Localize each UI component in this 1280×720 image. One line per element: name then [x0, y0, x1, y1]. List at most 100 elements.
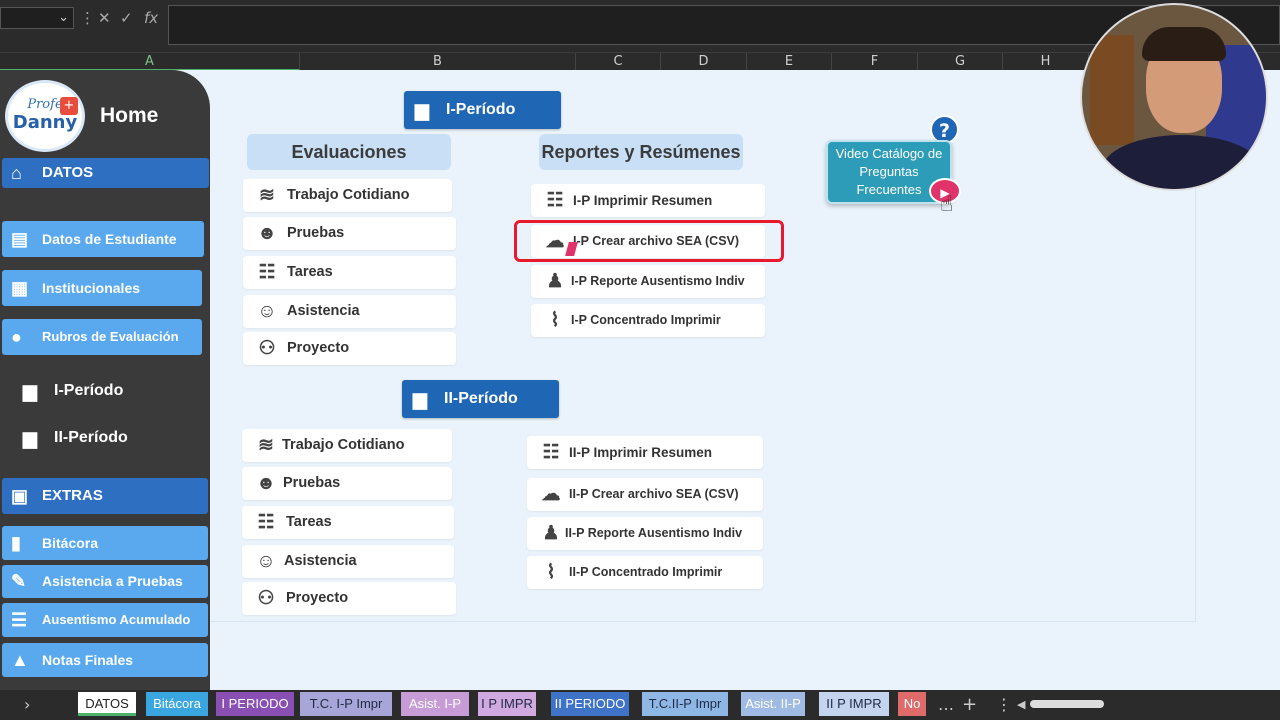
briefcase-icon: ▆ [23, 381, 37, 401]
sheet-tab[interactable]: Bitácora [146, 692, 208, 716]
sidebar-item-institucionales[interactable]: ▦ Institucionales [2, 270, 202, 306]
item-label: Trabajo Cotidiano [287, 187, 410, 203]
sidebar-item-ausentismo[interactable]: ☰ Ausentismo Acumulado [2, 603, 208, 637]
column-header-e[interactable]: E [747, 53, 832, 71]
sidebar-item-label: II-Período [54, 429, 128, 446]
pencil-icon: ✎ [11, 571, 27, 591]
webcam-overlay [1080, 3, 1268, 191]
sheet-tab[interactable]: II P IMPR [819, 692, 889, 716]
item-label: Proyecto [287, 340, 350, 356]
p1-trabajo-cotidiano-button[interactable]: ≋ Trabajo Cotidiano [243, 179, 452, 212]
evaluaciones-title: Evaluaciones [247, 134, 451, 170]
item-label: Tareas [287, 264, 333, 280]
item-label: II-P Concentrado Imprimir [569, 565, 723, 579]
sidebar-item-datos-estudiante[interactable]: ▤ Datos de Estudiante [2, 221, 204, 257]
periodo-1-header[interactable]: ▆ I-Período [404, 91, 561, 129]
item-label: I-P Reporte Ausentismo Indiv [571, 274, 745, 288]
sheet-tab[interactable]: No [898, 692, 926, 716]
horizontal-scrollbar[interactable] [1030, 700, 1104, 708]
sheet-tab[interactable]: I P IMPR [478, 692, 536, 716]
smile-icon: ☺ [256, 551, 276, 572]
sheet-tab[interactable]: T.C.II-P Impr [642, 692, 728, 716]
item-label: Asistencia [287, 303, 360, 319]
p2-trabajo-cotidiano-button[interactable]: ≋ Trabajo Cotidiano [242, 429, 452, 462]
sheet-tab[interactable]: DATOS [78, 692, 136, 716]
meeting-icon: ⚇ [257, 588, 275, 609]
presenter-icon: ♟ [546, 271, 564, 292]
column-header-f[interactable]: F [832, 53, 918, 71]
sheet-tab[interactable]: T.C. I-P Impr [300, 692, 392, 716]
briefcase-icon: ▆ [23, 428, 37, 448]
sheet-tab[interactable]: II PERIODO [551, 692, 629, 716]
p2-imprimir-resumen-button[interactable]: ☷ II-P Imprimir Resumen [527, 436, 763, 469]
sidebar-item-label: Notas Finales [42, 652, 134, 668]
sidebar-item-label: Rubros de Evaluación [42, 329, 179, 344]
scroll-left-icon[interactable]: ◀ [1017, 694, 1025, 716]
spreadsheet-window: { "toolbar": { "namebox_arrow": "⌄", "ca… [0, 0, 1280, 720]
smile-icon: ☺ [257, 301, 277, 322]
column-header-g[interactable]: G [918, 53, 1003, 71]
column-header-d[interactable]: D [661, 53, 747, 71]
meeting-icon: ⚇ [258, 338, 276, 359]
sidebar-item-periodo-1[interactable]: ▆ I-Período [14, 373, 204, 409]
column-header-b[interactable]: B [300, 53, 576, 71]
p2-reporte-ausentismo-button[interactable]: ♟ II-P Reporte Ausentismo Indiv [527, 517, 763, 550]
sidebar-item-datos[interactable]: ⌂ DATOS [2, 158, 209, 188]
sidebar-item-notas-finales[interactable]: ▲ Notas Finales [2, 643, 208, 677]
cancel-icon[interactable]: ✕ [98, 7, 111, 29]
sidebar-item-periodo-2[interactable]: ▆ II-Período [14, 420, 204, 456]
paperclip-icon: ⌇ [550, 310, 560, 331]
sidebar-item-label: Ausentismo Acumulado [42, 612, 191, 627]
sheet-tab[interactable]: Asist. II-P [741, 692, 805, 716]
p2-concentrado-imprimir-button[interactable]: ⌇ II-P Concentrado Imprimir [527, 556, 763, 589]
more-options-icon[interactable]: ⋮ [996, 694, 1012, 716]
fx-icon[interactable]: fx [144, 7, 158, 29]
home-icon: ⌂ [11, 163, 22, 183]
periodo-1-label: I-Período [446, 101, 516, 118]
list-icon: ☷ [546, 190, 564, 211]
graduation-cap-icon: ▲ [11, 650, 29, 670]
checklist-icon: ☷ [257, 512, 275, 533]
more-options-icon[interactable]: ⋮ [80, 7, 95, 29]
formula-toolbar: ⌄ ⋮ ✕ ✓ fx [0, 0, 1280, 52]
column-header-h[interactable]: H [1003, 53, 1089, 71]
p1-pruebas-button[interactable]: ☻ Pruebas [243, 217, 456, 250]
name-box[interactable]: ⌄ [0, 7, 74, 29]
stack-icon: ≋ [259, 185, 275, 206]
column-header-a[interactable]: A [0, 53, 300, 71]
sidebar-item-extras[interactable]: ▣ EXTRAS [2, 478, 208, 514]
periodo-2-header[interactable]: ▆ II-Período [402, 380, 559, 418]
sheet-tab[interactable]: Asist. I-P [401, 692, 469, 716]
p2-tareas-button[interactable]: ☷ Tareas [242, 506, 454, 539]
sidebar-item-bitacora[interactable]: ▮ Bitácora [2, 526, 208, 560]
p1-tareas-button[interactable]: ☷ Tareas [243, 256, 456, 289]
paperclip-icon: ⌇ [546, 562, 556, 583]
ellipsis-icon[interactable]: … [938, 694, 954, 716]
add-sheet-icon[interactable]: + [962, 694, 977, 716]
sidebar: Profe Danny + Home ⌂ DATOS ▤ Datos de Estu… [0, 70, 210, 690]
p2-pruebas-button[interactable]: ☻ Pruebas [242, 467, 452, 500]
p1-reporte-ausentismo-button[interactable]: ♟ I-P Reporte Ausentismo Indiv [531, 265, 765, 298]
sheet-tab[interactable]: I PERIODO [216, 692, 294, 716]
sidebar-item-label: EXTRAS [42, 487, 103, 504]
p1-asistencia-button[interactable]: ☺ Asistencia [243, 295, 456, 328]
sidebar-item-asistencia-pruebas[interactable]: ✎ Asistencia a Pruebas [2, 565, 208, 598]
logo: Profe Danny + [5, 80, 85, 152]
sidebar-item-label: Datos de Estudiante [42, 231, 177, 247]
sidebar-item-label: Asistencia a Pruebas [42, 573, 183, 589]
brain-icon: ☻ [257, 223, 277, 244]
p1-concentrado-imprimir-button[interactable]: ⌇ I-P Concentrado Imprimir [531, 304, 765, 337]
column-header-c[interactable]: C [576, 53, 661, 71]
confirm-icon[interactable]: ✓ [120, 7, 133, 29]
sidebar-item-rubros[interactable]: ● Rubros de Evaluación [2, 319, 202, 355]
sidebar-item-label: I-Período [54, 382, 124, 399]
item-label: II-P Crear archivo SEA (CSV) [569, 487, 739, 501]
periodo-2-label: II-Período [444, 390, 518, 407]
chevron-down-icon[interactable]: ⌄ [58, 10, 69, 25]
p1-proyecto-button[interactable]: ⚇ Proyecto [243, 332, 456, 365]
p1-imprimir-resumen-button[interactable]: ☷ I-P Imprimir Resumen [531, 184, 765, 217]
p2-asistencia-button[interactable]: ☺ Asistencia [242, 545, 454, 578]
p2-proyecto-button[interactable]: ⚇ Proyecto [242, 582, 456, 615]
p2-crear-archivo-sea-button[interactable]: ☁ II-P Crear archivo SEA (CSV) [527, 478, 763, 511]
chevron-right-icon[interactable]: › [24, 694, 30, 716]
